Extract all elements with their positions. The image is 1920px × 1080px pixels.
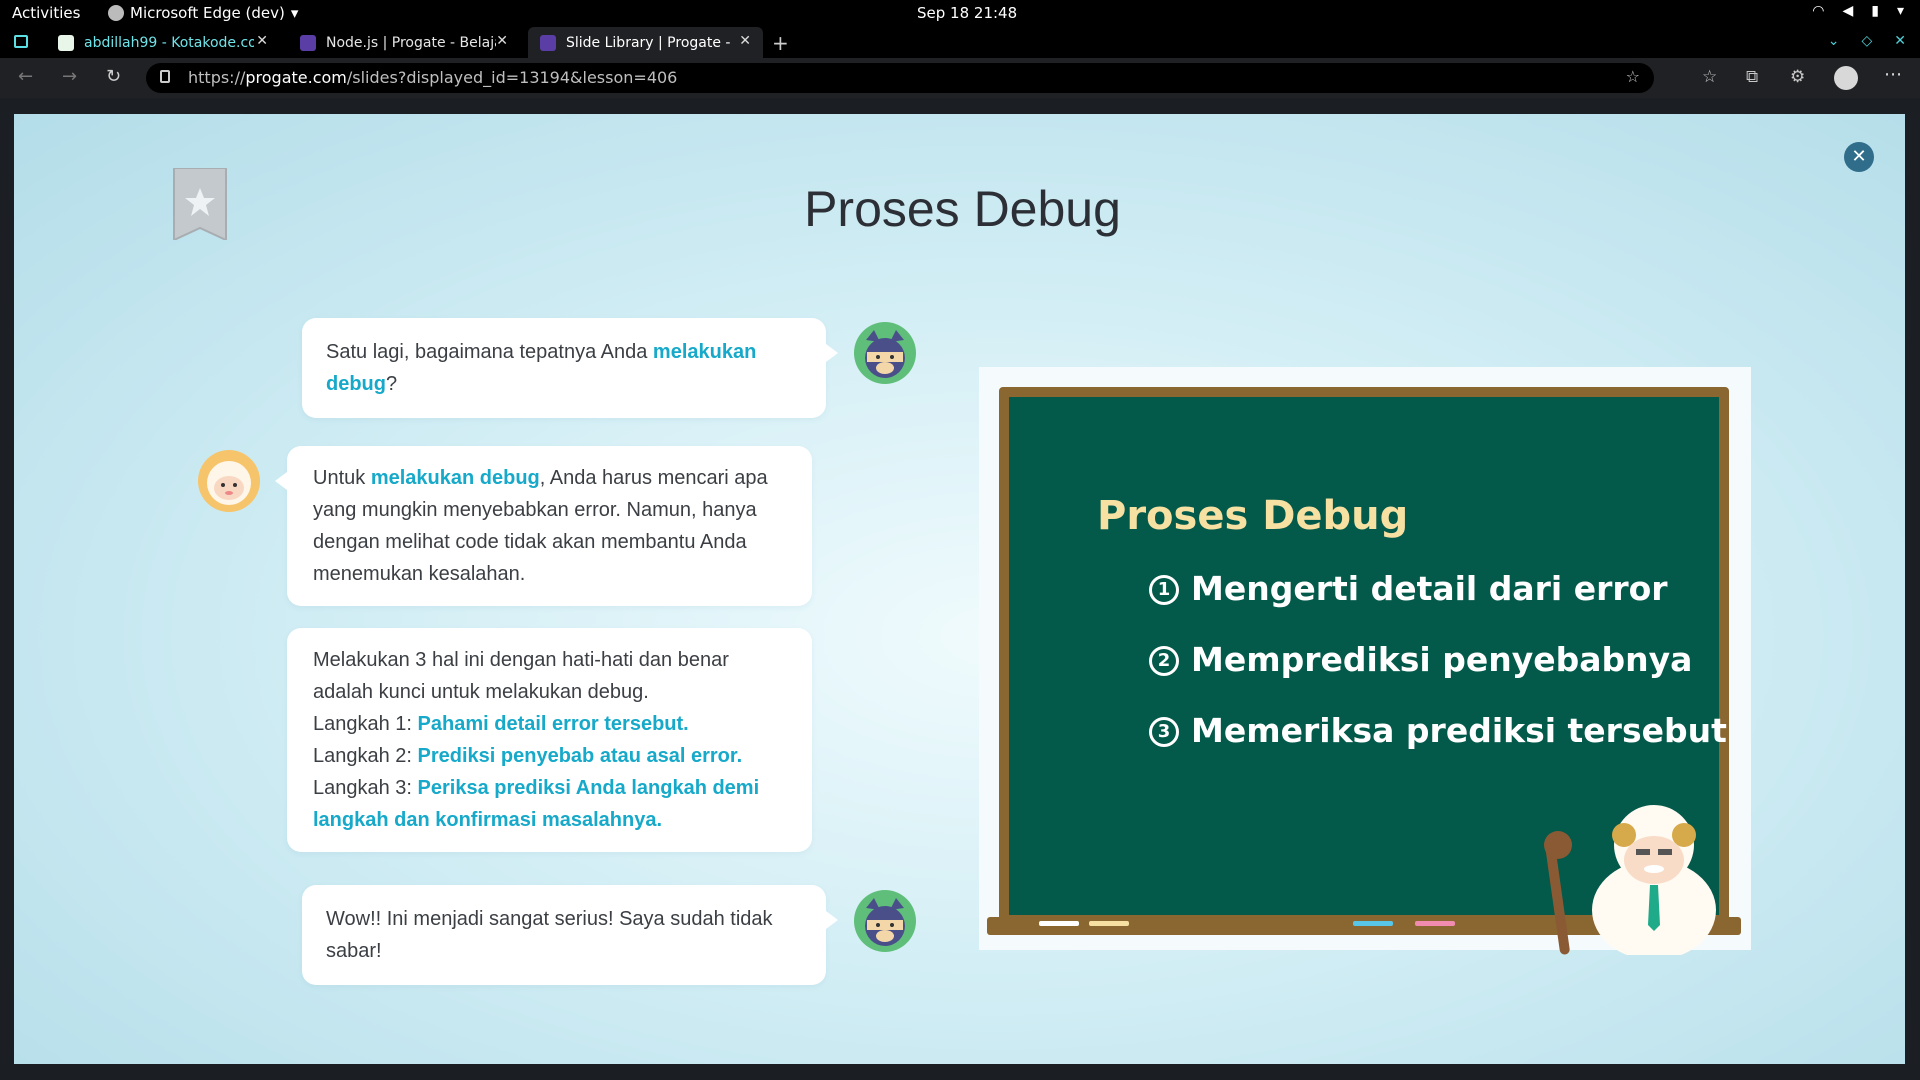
close-tab-icon[interactable]: ✕ — [739, 33, 751, 49]
sheep-teacher-icon — [1544, 805, 1716, 955]
tab-search-icon[interactable]: ⌄ — [1828, 33, 1840, 49]
url-text[interactable]: https://progate.com/slides?displayed_id=… — [188, 68, 677, 87]
profile-avatar[interactable] — [1834, 66, 1858, 90]
address-bar[interactable]: https://progate.com/slides?displayed_id=… — [146, 63, 1654, 93]
app-menu[interactable]: Microsoft Edge (dev) ▾ — [108, 4, 298, 22]
chevron-down-icon: ▾ — [290, 4, 299, 22]
slide-title: Proses Debug — [804, 181, 1121, 237]
tab-title: abdillah99 - Kotakode.com — [84, 34, 254, 51]
kotakode-favicon-icon — [58, 34, 74, 51]
forward-icon[interactable]: → — [62, 66, 77, 87]
tab-title: Slide Library | Progate - Belajar — [566, 34, 736, 51]
chalk-blue — [1353, 921, 1393, 926]
bubble-intro: Melakukan 3 hal ini dengan hati-hati dan… — [313, 649, 729, 703]
chat-bubble: Wow!! Ini menjadi sangat serius! Saya su… — [302, 885, 838, 985]
lock-icon[interactable] — [160, 70, 170, 83]
chat-bubble: Satu lagi, bagaimana tepatnya Anda melak… — [302, 318, 838, 418]
extensions-icon[interactable]: ⚙ — [1790, 67, 1805, 87]
board-title: Proses Debug — [1097, 493, 1409, 539]
collections-icon[interactable]: ⧉ — [1746, 67, 1758, 87]
back-icon[interactable]: ← — [18, 66, 33, 87]
chalk-white — [1039, 921, 1079, 926]
board-step: 3 Memeriksa prediksi tersebut — [1149, 711, 1727, 750]
tab-actions-icon[interactable] — [14, 35, 28, 48]
step-line: Langkah 3: Periksa prediksi Anda langkah… — [313, 777, 760, 831]
chat-bubble: Untuk melakukan debug, Anda harus mencar… — [275, 446, 812, 606]
activities-button[interactable]: Activities — [12, 4, 80, 22]
chat-bubble: Melakukan 3 hal ini dengan hati-hati dan… — [287, 628, 812, 852]
step-line: Langkah 1: Pahami detail error tersebut. — [313, 713, 689, 735]
ninja-cat-avatar-icon — [854, 322, 916, 384]
clock[interactable]: Sep 18 21:48 — [917, 4, 1017, 22]
app-name: Microsoft Edge (dev) — [130, 4, 285, 22]
tab-slide-library[interactable]: Slide Library | Progate - Belajar ✕ — [528, 27, 763, 58]
minimize-icon[interactable]: ◇ — [1861, 33, 1872, 49]
system-tray[interactable]: ◠ ◀ ▮ ▾ — [1812, 3, 1904, 19]
close-tab-icon[interactable]: ✕ — [496, 33, 508, 49]
wifi-icon: ◠ — [1812, 3, 1825, 19]
system-top-bar: Activities Microsoft Edge (dev) ▾ Sep 18… — [0, 0, 1920, 27]
window-controls: ⌄ ◇ ✕ — [1828, 33, 1906, 49]
battery-icon: ▮ — [1871, 3, 1879, 19]
edge-icon — [108, 5, 124, 21]
close-tab-icon[interactable]: ✕ — [256, 33, 268, 49]
chalk-yellow — [1089, 921, 1129, 926]
favorites-icon[interactable]: ☆ — [1702, 67, 1717, 87]
sheep-avatar-icon — [198, 450, 260, 512]
tab-strip: abdillah99 - Kotakode.com ✕ Node.js | Pr… — [0, 27, 1920, 58]
close-modal-button[interactable]: ✕ — [1844, 142, 1874, 172]
chalkboard-frame: Proses Debug 1 Mengerti detail dari error… — [987, 387, 1741, 955]
progate-favicon-icon — [300, 34, 316, 51]
chalkboard-image: Proses Debug 1 Mengerti detail dari error… — [979, 367, 1751, 955]
progate-favicon-icon — [540, 34, 556, 51]
more-menu-icon[interactable]: ⋯ — [1884, 64, 1902, 85]
close-window-icon[interactable]: ✕ — [1894, 33, 1906, 49]
tab-title: Node.js | Progate - Belajar — [326, 34, 496, 51]
power-menu-icon: ▾ — [1896, 3, 1904, 19]
step-line: Langkah 2: Prediksi penyebab atau asal e… — [313, 745, 743, 767]
navigation-bar: ← → ↻ https://progate.com/slides?display… — [0, 58, 1920, 98]
ninja-cat-avatar-icon — [854, 890, 916, 952]
add-favorite-icon[interactable]: ☆ — [1626, 67, 1640, 86]
new-tab-icon[interactable]: + — [772, 31, 789, 55]
chalk-pink — [1415, 921, 1455, 926]
board-step: 1 Mengerti detail dari error — [1149, 569, 1668, 608]
slide-modal: ✕ Proses Debug Satu lagi, bagaimana tepa… — [14, 114, 1905, 1064]
tab-progate-nodejs[interactable]: Node.js | Progate - Belajar ✕ — [288, 27, 520, 58]
volume-icon: ◀ — [1842, 3, 1854, 19]
board-step: 2 Memprediksi penyebabnya — [1149, 640, 1692, 679]
tab-kotakode[interactable]: abdillah99 - Kotakode.com ✕ — [46, 27, 280, 58]
reload-icon[interactable]: ↻ — [106, 66, 121, 87]
